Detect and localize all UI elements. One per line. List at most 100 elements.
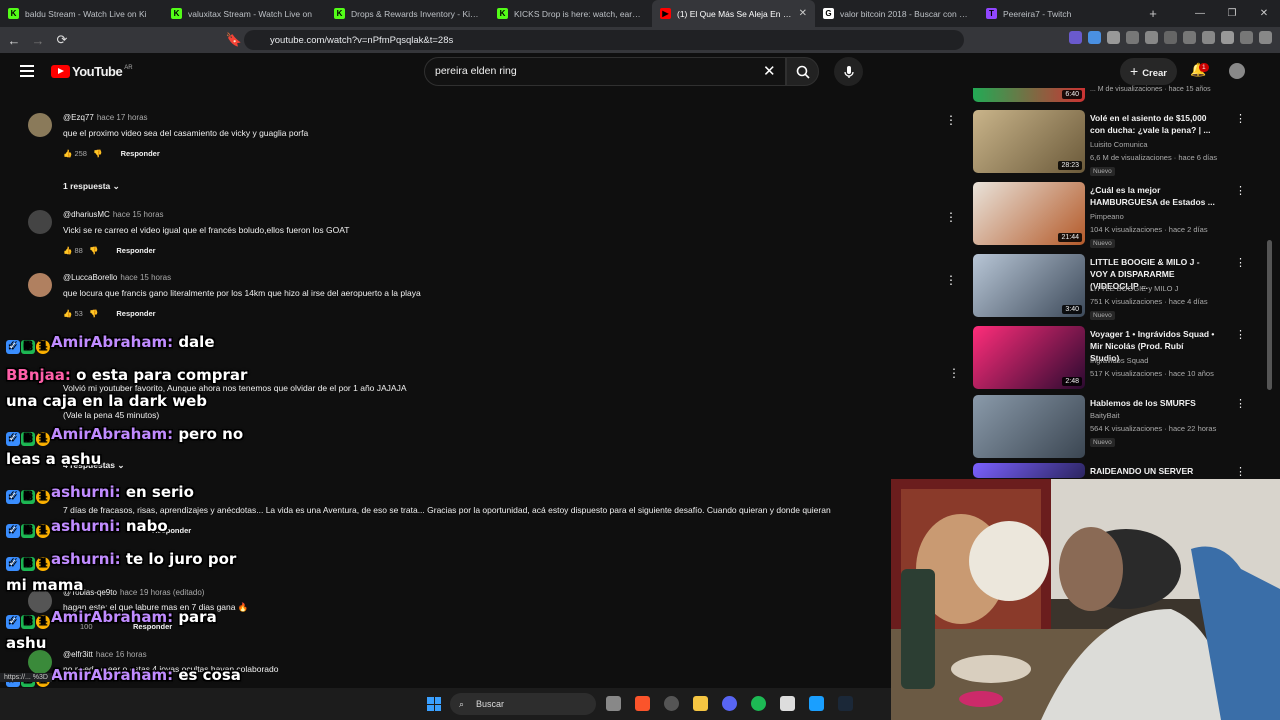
extension-icon[interactable] xyxy=(1240,31,1253,44)
clear-search-icon[interactable]: ✕ xyxy=(763,62,776,80)
video-channel[interactable]: LITTLE BOOGIE y MILO J xyxy=(1090,284,1178,293)
comment-author[interactable]: @LuccaBorello xyxy=(63,273,117,282)
avatar[interactable] xyxy=(28,210,52,234)
menu-icon[interactable] xyxy=(20,65,34,77)
video-channel[interactable]: Pimpeano xyxy=(1090,212,1124,221)
spotify-icon[interactable] xyxy=(751,696,766,711)
search-input[interactable]: pereira elden ring xyxy=(424,57,786,86)
dislike-icon[interactable]: 👎 xyxy=(89,309,98,318)
comment-author[interactable]: @dhariusMC xyxy=(63,210,110,219)
close-window-icon[interactable]: ✕ xyxy=(1248,0,1280,27)
taskbar-search[interactable]: ⌕ Buscar xyxy=(450,693,596,715)
browser-tab[interactable]: Gvalor bitcoin 2018 - Buscar con Goo xyxy=(815,0,978,27)
bookmark-icon[interactable]: 🔖 xyxy=(224,32,244,48)
comment-menu-icon[interactable]: ⋮ xyxy=(945,273,957,287)
video-thumbnail[interactable] xyxy=(973,395,1085,458)
comment-menu-icon[interactable]: ⋮ xyxy=(945,113,957,127)
video-title[interactable]: RAIDEANDO UN SERVER xyxy=(1090,465,1215,477)
maximize-icon[interactable]: ❐ xyxy=(1216,0,1248,27)
video-thumbnail[interactable]: 6:40 xyxy=(973,88,1085,102)
video-title[interactable]: Volé en el asiento de $15,000 con ducha:… xyxy=(1090,112,1215,136)
video-channel[interactable]: BaityBait xyxy=(1090,411,1120,420)
app-icon[interactable] xyxy=(809,696,824,711)
reply-button[interactable]: Responder xyxy=(116,309,155,318)
discord-icon[interactable] xyxy=(722,696,737,711)
browser-tab[interactable]: K Drops & Rewards Inventory - Kick St xyxy=(326,0,489,27)
brave-icon[interactable] xyxy=(635,696,650,711)
like-icon[interactable]: 👍 xyxy=(63,246,72,255)
video-menu-icon[interactable]: ⋮ xyxy=(1235,328,1246,341)
new-tab-icon[interactable]: + xyxy=(1141,6,1165,21)
comment-author[interactable]: @Ezq77 xyxy=(63,113,94,122)
video-thumbnail[interactable]: 21:44 xyxy=(973,182,1085,245)
related-video[interactable]: 2:48 Voyager 1 • Ingrávidos Squad • Mir N… xyxy=(973,326,1263,392)
replies-toggle[interactable]: 1 respuesta ⌄ xyxy=(63,181,120,192)
scrollbar[interactable] xyxy=(1267,240,1272,390)
search-button[interactable] xyxy=(786,57,819,86)
reload-icon[interactable]: ⟳ xyxy=(52,32,72,48)
like-icon[interactable]: 👍 xyxy=(63,149,72,158)
browser-tab[interactable]: T Peereira7 - Twitch xyxy=(978,0,1141,27)
extension-icon[interactable] xyxy=(1202,31,1215,44)
file-explorer-icon[interactable] xyxy=(693,696,708,711)
browser-tab[interactable]: Kbaldu Stream - Watch Live on Ki xyxy=(0,0,163,27)
extension-icon[interactable] xyxy=(1183,31,1196,44)
task-view-icon[interactable] xyxy=(606,696,621,711)
video-title[interactable]: Hablemos de los SMURFS xyxy=(1090,397,1215,409)
video-menu-icon[interactable]: ⋮ xyxy=(1235,465,1246,478)
video-menu-icon[interactable]: ⋮ xyxy=(1235,397,1246,410)
youtube-logo[interactable]: YouTube AR xyxy=(51,64,133,79)
dislike-icon[interactable]: 👎 xyxy=(89,246,98,255)
close-tab-icon[interactable]: ✕ xyxy=(799,8,807,19)
minimize-icon[interactable]: — xyxy=(1184,0,1216,27)
extension-icon[interactable] xyxy=(1145,31,1158,44)
related-video[interactable]: 21:44 ¿Cuál es la mejor HAMBURGUESA de Es… xyxy=(973,182,1263,248)
video-channel[interactable]: Luisito Comunica xyxy=(1090,140,1148,149)
browser-tab[interactable]: K KICKS Drop is here: watch, earn entr xyxy=(489,0,652,27)
extension-icon[interactable] xyxy=(1221,31,1234,44)
forward-icon[interactable]: → xyxy=(28,33,48,48)
comment-author[interactable]: @elfr3itt xyxy=(63,650,93,659)
windows-start-icon[interactable] xyxy=(427,697,441,711)
video-thumbnail[interactable]: 3:40 xyxy=(973,254,1085,317)
extension-icon[interactable] xyxy=(1069,31,1082,44)
extension-icon[interactable] xyxy=(1259,31,1272,44)
video-thumbnail[interactable]: 28:23 xyxy=(973,110,1085,173)
avatar[interactable] xyxy=(28,273,52,297)
extension-icon[interactable] xyxy=(1088,31,1101,44)
reply-button[interactable]: Responder xyxy=(121,149,160,158)
reply-button[interactable]: Responder xyxy=(116,246,155,255)
voice-search-button[interactable] xyxy=(834,57,863,86)
video-thumbnail[interactable]: 2:48 xyxy=(973,326,1085,389)
obs-icon[interactable] xyxy=(780,696,795,711)
account-avatar[interactable] xyxy=(1229,63,1245,79)
video-menu-icon[interactable]: ⋮ xyxy=(1235,184,1246,197)
verified-badge-icon: ✓ xyxy=(6,615,20,629)
video-channel[interactable]: Ingrávidos Squad xyxy=(1090,356,1148,365)
like-icon[interactable]: 👍 xyxy=(63,309,72,318)
extension-icon[interactable] xyxy=(1164,31,1177,44)
related-video[interactable]: Hablemos de los SMURFS BaityBait 564 K vis… xyxy=(973,395,1263,461)
dislike-icon[interactable]: 👎 xyxy=(93,149,102,158)
extension-icon[interactable] xyxy=(1107,31,1120,44)
comment-menu-icon[interactable]: ⋮ xyxy=(948,366,960,380)
app-icon[interactable] xyxy=(664,696,679,711)
extension-icon[interactable] xyxy=(1126,31,1139,44)
video-title[interactable]: ¿Cuál es la mejor HAMBURGUESA de Estados… xyxy=(1090,184,1215,208)
url-field[interactable]: youtube.com/watch?v=nPfmPqsqlak&t=28s xyxy=(244,30,964,50)
video-menu-icon[interactable]: ⋮ xyxy=(1235,256,1246,269)
webcam-feed xyxy=(891,479,1280,720)
video-thumbnail[interactable] xyxy=(973,463,1085,478)
related-video[interactable]: 28:23 Volé en el asiento de $15,000 con d… xyxy=(973,110,1263,176)
create-button[interactable]: + Crear xyxy=(1120,58,1178,85)
video-menu-icon[interactable]: ⋮ xyxy=(1235,112,1246,125)
back-icon[interactable]: ← xyxy=(4,33,24,48)
window-controls: — ❐ ✕ xyxy=(1184,0,1280,27)
avatar[interactable] xyxy=(28,113,52,137)
steam-icon[interactable] xyxy=(838,696,853,711)
browser-tab[interactable]: ▶ (1) El Que Más Se Aleja En 7 Día ✕ xyxy=(652,0,815,27)
related-video[interactable]: 3:40 LITTLE BOOGIE & MILO J - VOY A DISPA… xyxy=(973,254,1263,320)
taskbar-search-label: Buscar xyxy=(476,699,505,709)
browser-tab[interactable]: Kvaluxitax Stream - Watch Live on xyxy=(163,0,326,27)
comment-menu-icon[interactable]: ⋮ xyxy=(945,210,957,224)
